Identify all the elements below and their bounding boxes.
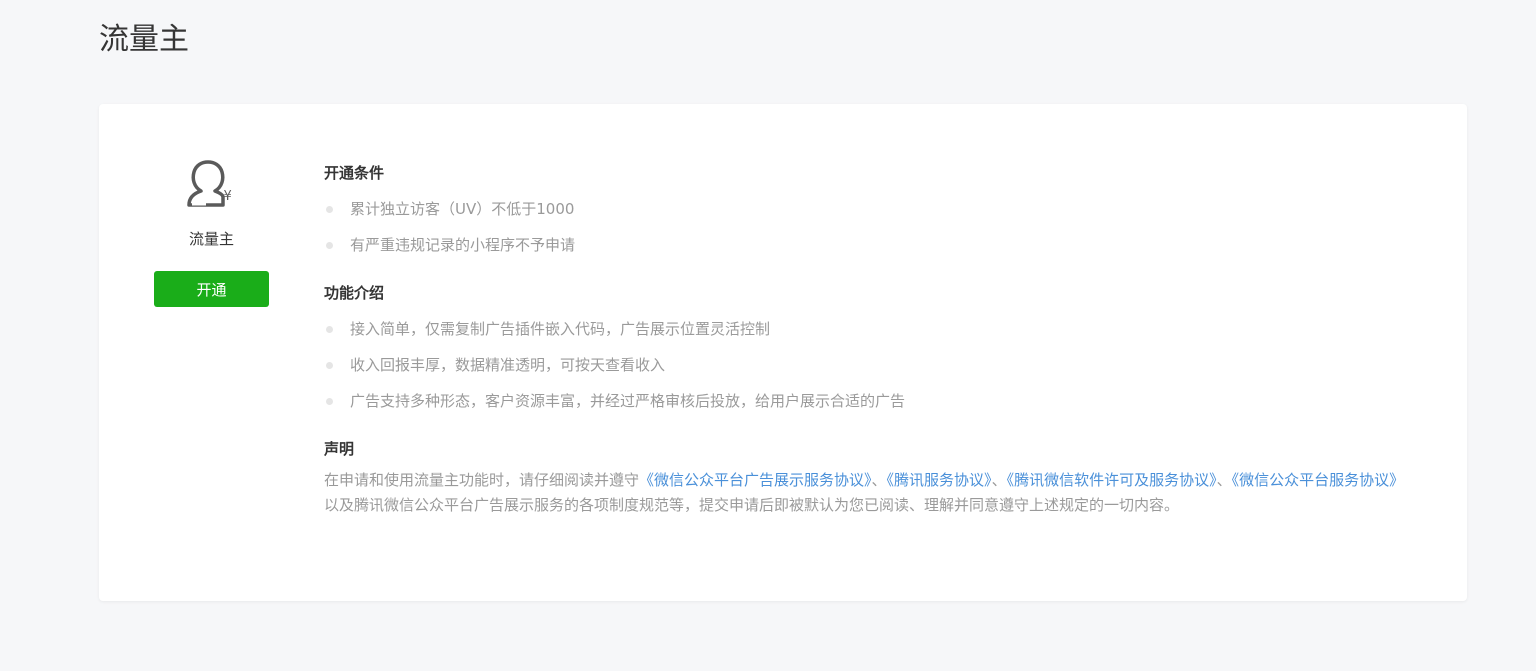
- product-card: ¥ 流量主 开通 开通条件 累计独立访客（UV）不低于1000 有严重违规记录的…: [99, 104, 1467, 601]
- list-item: 接入简单，仅需复制广告插件嵌入代码，广告展示位置灵活控制: [324, 318, 1419, 340]
- bullet-dot-icon: [326, 398, 333, 405]
- bullet-dot-icon: [326, 326, 333, 333]
- ad-service-agreement-link[interactable]: 《微信公众平台广告展示服务协议》: [639, 471, 872, 489]
- yuan-symbol: ¥: [223, 189, 232, 204]
- list-item: 有严重违规记录的小程序不予申请: [324, 234, 1419, 256]
- statement-text: 在申请和使用流量主功能时，请仔细阅读并遵守《微信公众平台广告展示服务协议》、《腾…: [324, 471, 1405, 514]
- conditions-list: 累计独立访客（UV）不低于1000 有严重违规记录的小程序不予申请: [324, 198, 1419, 256]
- conditions-title: 开通条件: [324, 164, 385, 182]
- bullet-dot-icon: [326, 206, 333, 213]
- page-title: 流量主: [99, 22, 189, 57]
- wechat-license-agreement-link[interactable]: 《腾讯微信软件许可及服务协议》: [1007, 471, 1217, 489]
- list-item: 收入回报丰厚，数据精准透明，可按天查看收入: [324, 354, 1419, 376]
- list-item: 广告支持多种形态，客户资源丰富，并经过严格审核后投放，给用户展示合适的广告: [324, 390, 1419, 412]
- features-title: 功能介绍: [324, 284, 385, 302]
- bullet-dot-icon: [326, 242, 333, 249]
- platform-service-agreement-link[interactable]: 《微信公众平台服务协议》: [1232, 471, 1405, 489]
- user-yuan-icon: ¥: [182, 159, 242, 215]
- product-summary: ¥ 流量主 开通: [154, 159, 269, 307]
- open-button[interactable]: 开通: [154, 271, 269, 307]
- statement-title: 声明: [324, 440, 355, 458]
- features-list: 接入简单，仅需复制广告插件嵌入代码，广告展示位置灵活控制 收入回报丰厚，数据精准…: [324, 318, 1419, 412]
- tencent-service-agreement-link[interactable]: 《腾讯服务协议》: [887, 471, 992, 489]
- bullet-dot-icon: [326, 362, 333, 369]
- product-name: 流量主: [188, 230, 234, 248]
- list-item: 累计独立访客（UV）不低于1000: [324, 198, 1419, 220]
- product-details: 开通条件 累计独立访客（UV）不低于1000 有严重违规记录的小程序不予申请 功…: [324, 162, 1419, 533]
